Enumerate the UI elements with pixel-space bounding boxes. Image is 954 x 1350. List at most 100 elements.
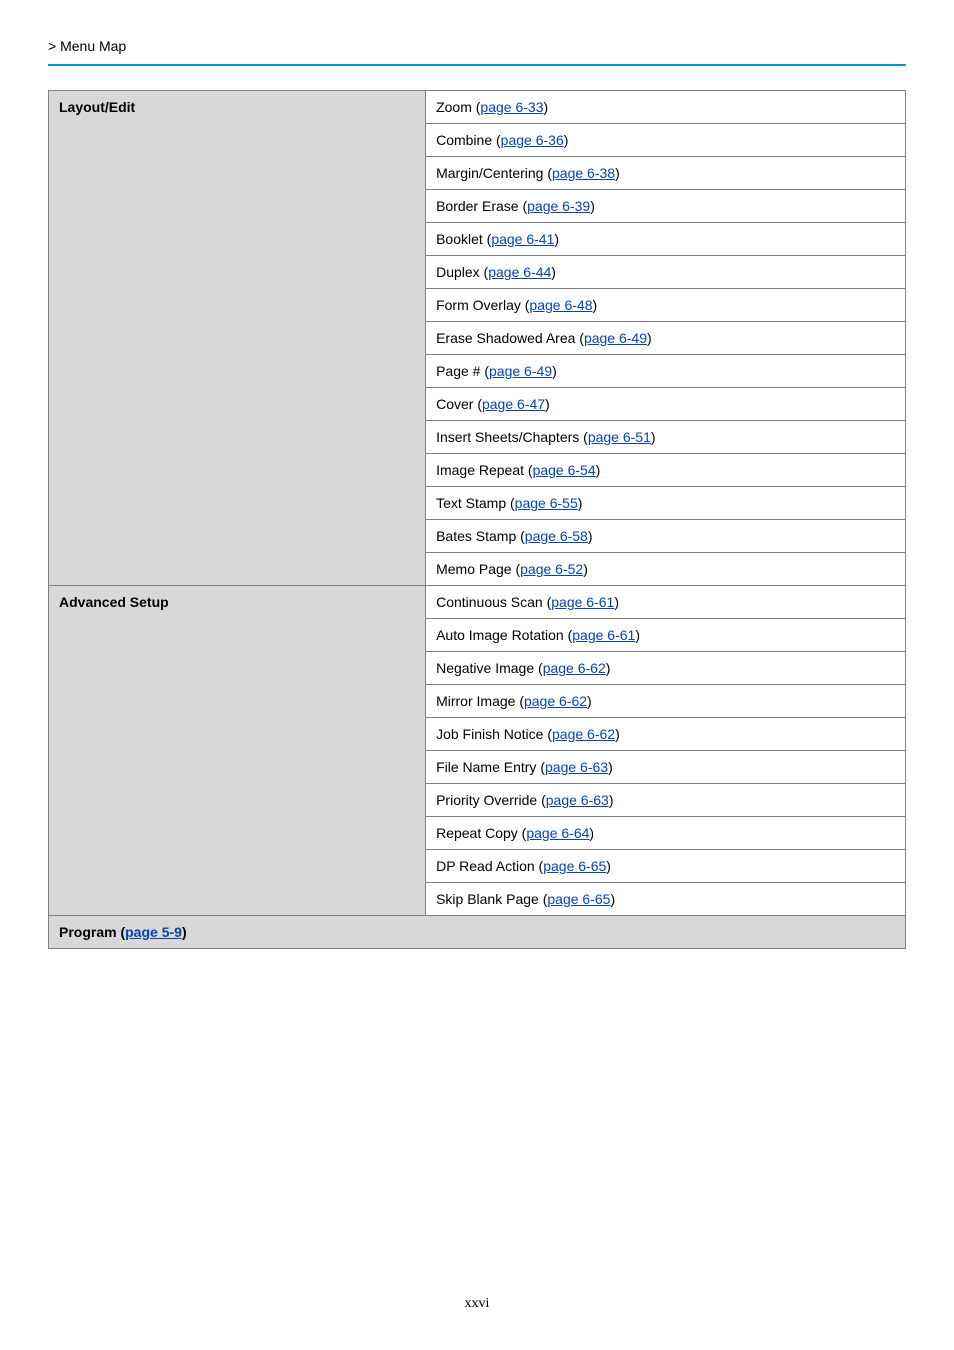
page-link[interactable]: page 6-44	[488, 264, 551, 280]
menu-item-text: Zoom (	[436, 99, 480, 115]
menu-item-text: Bates Stamp (	[436, 528, 525, 544]
menu-item-text: Text Stamp (	[436, 495, 515, 511]
page-link[interactable]: page 6-62	[552, 726, 615, 742]
menu-item-suffix: )	[596, 462, 601, 478]
page-link[interactable]: page 6-36	[501, 132, 564, 148]
menu-item-text: Booklet (	[436, 231, 491, 247]
menu-item-suffix: )	[615, 165, 620, 181]
menu-item-text: Image Repeat (	[436, 462, 533, 478]
page-link[interactable]: page 6-64	[526, 825, 589, 841]
section-header: Advanced Setup	[49, 586, 426, 916]
menu-item-suffix: )	[552, 363, 557, 379]
menu-item-text: Border Erase (	[436, 198, 527, 214]
menu-item-suffix: )	[606, 858, 611, 874]
menu-item-suffix: )	[614, 594, 619, 610]
menu-item: Duplex (page 6-44)	[426, 256, 906, 289]
menu-item: Border Erase (page 6-39)	[426, 190, 906, 223]
menu-item-text: Skip Blank Page (	[436, 891, 547, 907]
page-link[interactable]: page 6-63	[546, 792, 609, 808]
menu-item-suffix: )	[551, 264, 556, 280]
page-link[interactable]: page 6-49	[584, 330, 647, 346]
menu-item-suffix: )	[588, 528, 593, 544]
menu-item: Booklet (page 6-41)	[426, 223, 906, 256]
page-link[interactable]: page 6-48	[529, 297, 592, 313]
menu-item: Mirror Image (page 6-62)	[426, 685, 906, 718]
menu-item: DP Read Action (page 6-65)	[426, 850, 906, 883]
menu-item-suffix: )	[545, 396, 550, 412]
menu-item: Cover (page 6-47)	[426, 388, 906, 421]
page-link[interactable]: page 6-49	[489, 363, 552, 379]
menu-item-text: Auto Image Rotation (	[436, 627, 572, 643]
menu-item-suffix: )	[564, 132, 569, 148]
page-link[interactable]: page 6-65	[543, 858, 606, 874]
menu-item: Form Overlay (page 6-48)	[426, 289, 906, 322]
menu-item-suffix: )	[554, 231, 559, 247]
menu-item-suffix: )	[606, 660, 611, 676]
page-link[interactable]: page 6-52	[520, 561, 583, 577]
page-link[interactable]: page 6-38	[552, 165, 615, 181]
page-link[interactable]: page 6-62	[524, 693, 587, 709]
page-link[interactable]: page 6-47	[482, 396, 545, 412]
menu-item: Negative Image (page 6-62)	[426, 652, 906, 685]
menu-item-suffix: )	[608, 759, 613, 775]
section-header: Layout/Edit	[49, 91, 426, 586]
section-header-link[interactable]: page 5-9	[125, 924, 182, 940]
menu-item: Zoom (page 6-33)	[426, 91, 906, 124]
page-link[interactable]: page 6-63	[545, 759, 608, 775]
section-header-full: Program (page 5-9)	[49, 916, 906, 949]
breadcrumb-prefix: >	[48, 38, 60, 54]
page-link[interactable]: page 6-65	[547, 891, 610, 907]
page-number: xxvi	[0, 1296, 954, 1312]
page-link[interactable]: page 6-39	[527, 198, 590, 214]
page-link[interactable]: page 6-51	[588, 429, 651, 445]
page-link[interactable]: page 6-58	[525, 528, 588, 544]
page-link[interactable]: page 6-61	[572, 627, 635, 643]
page-link[interactable]: page 6-61	[551, 594, 614, 610]
menu-item: Repeat Copy (page 6-64)	[426, 817, 906, 850]
menu-item-text: Insert Sheets/Chapters (	[436, 429, 588, 445]
menu-item: Image Repeat (page 6-54)	[426, 454, 906, 487]
menu-item-text: Margin/Centering (	[436, 165, 552, 181]
menu-item-text: Priority Override (	[436, 792, 546, 808]
menu-item-text: Page # (	[436, 363, 489, 379]
menu-item-suffix: )	[583, 561, 588, 577]
menu-item: Erase Shadowed Area (page 6-49)	[426, 322, 906, 355]
section-header-text: Program (	[59, 924, 125, 940]
menu-item: Priority Override (page 6-63)	[426, 784, 906, 817]
menu-item-text: Combine (	[436, 132, 501, 148]
breadcrumb-text: Menu Map	[60, 38, 126, 54]
header-rule	[48, 64, 906, 66]
menu-item: Insert Sheets/Chapters (page 6-51)	[426, 421, 906, 454]
menu-item-suffix: )	[609, 792, 614, 808]
menu-item-suffix: )	[587, 693, 592, 709]
menu-item: Auto Image Rotation (page 6-61)	[426, 619, 906, 652]
page-link[interactable]: page 6-62	[543, 660, 606, 676]
menu-item: Combine (page 6-36)	[426, 124, 906, 157]
page-link[interactable]: page 6-55	[515, 495, 578, 511]
menu-item: Page # (page 6-49)	[426, 355, 906, 388]
menu-item: Text Stamp (page 6-55)	[426, 487, 906, 520]
menu-item-suffix: )	[590, 198, 595, 214]
menu-item-text: Negative Image (	[436, 660, 543, 676]
menu-item-text: Erase Shadowed Area (	[436, 330, 584, 346]
page-link[interactable]: page 6-54	[533, 462, 596, 478]
menu-item-text: Continuous Scan (	[436, 594, 551, 610]
menu-item: Job Finish Notice (page 6-62)	[426, 718, 906, 751]
page-link[interactable]: page 6-41	[491, 231, 554, 247]
menu-item-suffix: )	[543, 99, 548, 115]
menu-item: Skip Blank Page (page 6-65)	[426, 883, 906, 916]
section-header-suffix: )	[182, 924, 187, 940]
page-link[interactable]: page 6-33	[480, 99, 543, 115]
menu-item: File Name Entry (page 6-63)	[426, 751, 906, 784]
menu-item: Memo Page (page 6-52)	[426, 553, 906, 586]
menu-item-text: DP Read Action (	[436, 858, 543, 874]
menu-item: Bates Stamp (page 6-58)	[426, 520, 906, 553]
menu-item-suffix: )	[589, 825, 594, 841]
page-container: > Menu Map Layout/EditZoom (page 6-33)Co…	[0, 0, 954, 1350]
menu-item-suffix: )	[647, 330, 652, 346]
menu-item: Margin/Centering (page 6-38)	[426, 157, 906, 190]
menu-item-text: Cover (	[436, 396, 482, 412]
menu-item-text: File Name Entry (	[436, 759, 545, 775]
breadcrumb: > Menu Map	[48, 38, 906, 54]
menu-item-text: Duplex (	[436, 264, 488, 280]
